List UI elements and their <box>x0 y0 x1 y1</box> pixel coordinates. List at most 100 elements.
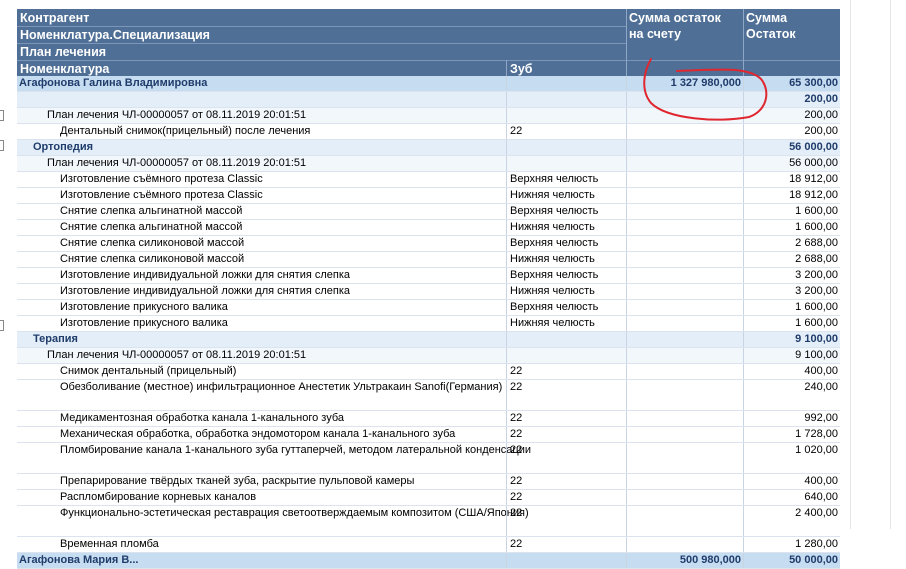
table-row-service[interactable]: Снимок дентальный (прицельный) 22 400,00 <box>17 364 840 380</box>
cell-summa-ostatok: 992,00 <box>743 411 840 426</box>
table-row-service[interactable]: Изготовление съёмного протеза Classic Ниж… <box>17 188 840 204</box>
cell-summa-ostatok: 56 000,00 <box>743 140 840 155</box>
cell-summa-ostatok: 200,00 <box>743 124 840 139</box>
cell-summa-schet <box>626 140 743 155</box>
cell-name: Ортопедия <box>33 141 94 153</box>
cell-summa-schet <box>626 427 743 442</box>
header-summa-ostatok-line1: Сумма <box>746 11 788 25</box>
table-row-service[interactable]: Изготовление индивидуальной ложки для сн… <box>17 284 840 300</box>
group-collapse-marker[interactable] <box>0 110 4 121</box>
report-header: Контрагент Номенклатура.Специализация Пл… <box>17 9 840 76</box>
cell-summa-ostatok: 9 100,00 <box>743 348 840 363</box>
cell-name: Изготовление индивидуальной ложки для сн… <box>60 285 351 297</box>
table-row-specialization[interactable]: Терапия 9 100,00 <box>17 332 840 348</box>
table-row-specialization[interactable]: 200,00 <box>17 92 840 108</box>
cell-summa-ostatok: 3 200,00 <box>743 268 840 283</box>
table-row-service[interactable]: Снятие слепка силиконовой массой Верхняя … <box>17 236 840 252</box>
table-row-service[interactable]: Медикаментозная обработка канала 1-канал… <box>17 411 840 427</box>
cell-name: Механическая обработка, обработка эндомо… <box>60 428 456 440</box>
header-summa-schet: Сумма остаток на счету <box>629 10 721 42</box>
cell-summa-schet <box>626 364 743 379</box>
table-row-service[interactable]: Функционально-эстетическая реставрация с… <box>17 506 840 537</box>
cell-tooth: 22 <box>506 427 626 442</box>
cell-summa-schet <box>626 236 743 251</box>
table-row-client[interactable]: Агафонова Мария В... 500 980,000 50 000,00 <box>17 553 840 569</box>
table-row-service[interactable]: Пломбирование канала 1-канального зуба г… <box>17 443 840 474</box>
table-row-plan[interactable]: План лечения ЧЛ-00000057 от 08.11.2019 2… <box>17 156 840 172</box>
cell-summa-ostatok: 1 600,00 <box>743 220 840 235</box>
table-row-service[interactable]: Временная пломба 22 1 280,00 <box>17 537 840 553</box>
table-row-service[interactable]: Снятие слепка альгинатной массой Нижняя ч… <box>17 220 840 236</box>
cell-name <box>17 92 522 107</box>
report-body: Агафонова Галина Владимировна 1 327 980,0… <box>17 76 840 569</box>
table-row-service[interactable]: Снятие слепка альгинатной массой Верхняя … <box>17 204 840 220</box>
cell-summa-schet <box>626 300 743 315</box>
cell-tooth: 22 <box>506 443 626 473</box>
cell-summa-schet <box>626 268 743 283</box>
table-row-client[interactable]: Агафонова Галина Владимировна 1 327 980,0… <box>17 76 840 92</box>
cell-summa-ostatok: 18 912,00 <box>743 172 840 187</box>
cell-name: Терапия <box>33 333 78 345</box>
cell-name: План лечения ЧЛ-00000057 от 08.11.2019 2… <box>47 349 307 361</box>
cell-name: Изготовление прикусного валика <box>60 301 228 313</box>
table-row-service[interactable]: Обезболивание (местное) инфильтрационное… <box>17 380 840 411</box>
table-row-service[interactable]: Изготовление съёмного протеза Classic Вер… <box>17 172 840 188</box>
cell-summa-ostatok: 240,00 <box>743 380 840 410</box>
cell-name: Снятие слепка силиконовой массой <box>60 237 245 249</box>
cell-summa-schet <box>626 316 743 331</box>
table-row-plan[interactable]: План лечения ЧЛ-00000057 от 08.11.2019 2… <box>17 108 840 124</box>
cell-tooth <box>506 76 626 91</box>
cell-tooth: 22 <box>506 411 626 426</box>
table-row-service[interactable]: Изготовление прикусного валика Верхняя че… <box>17 300 840 316</box>
table-row-service[interactable]: Механическая обработка, обработка эндомо… <box>17 427 840 443</box>
cell-summa-schet: 500 980,000 <box>626 553 743 568</box>
cell-summa-ostatok: 50 000,00 <box>743 553 840 568</box>
cell-summa-schet <box>626 124 743 139</box>
sheet-grid-line <box>850 0 851 529</box>
cell-name: Снимок дентальный (прицельный) <box>60 365 237 377</box>
cell-tooth: Нижняя челюсть <box>506 284 626 299</box>
group-collapse-marker[interactable] <box>0 140 4 151</box>
cell-summa-ostatok: 2 400,00 <box>743 506 840 536</box>
table-row-service[interactable]: Снятие слепка силиконовой массой Нижняя ч… <box>17 252 840 268</box>
cell-summa-ostatok: 1 600,00 <box>743 316 840 331</box>
cell-name: Снятие слепка силиконовой массой <box>60 253 245 265</box>
header-nomenklatura-spec: Номенклатура.Специализация <box>20 28 210 42</box>
header-summa-ostatok: Сумма Остаток <box>746 10 796 42</box>
cell-tooth: 22 <box>506 506 626 536</box>
table-row-service[interactable]: Дентальный снимок(прицельный) после лече… <box>17 124 840 140</box>
cell-summa-schet <box>626 92 743 107</box>
cell-summa-schet <box>626 172 743 187</box>
table-row-service[interactable]: Изготовление индивидуальной ложки для сн… <box>17 268 840 284</box>
cell-summa-schet <box>626 380 743 410</box>
cell-summa-ostatok: 1 280,00 <box>743 537 840 552</box>
table-row-service[interactable]: Препарирование твёрдых тканей зуба, раск… <box>17 474 840 490</box>
cell-summa-schet <box>626 156 743 171</box>
cell-name: Дентальный снимок(прицельный) после лече… <box>60 125 311 137</box>
cell-tooth: 22 <box>506 124 626 139</box>
table-row-plan[interactable]: План лечения ЧЛ-00000057 от 08.11.2019 2… <box>17 348 840 364</box>
table-row-specialization[interactable]: Ортопедия 56 000,00 <box>17 140 840 156</box>
cell-name: Снятие слепка альгинатной массой <box>60 205 243 217</box>
header-separator <box>17 60 840 61</box>
cell-name: Агафонова Мария В... <box>19 554 139 566</box>
cell-summa-ostatok: 640,00 <box>743 490 840 505</box>
cell-summa-ostatok: 200,00 <box>743 92 840 107</box>
cell-summa-ostatok: 1 600,00 <box>743 300 840 315</box>
cell-tooth <box>506 348 626 363</box>
cell-tooth: Верхняя челюсть <box>506 236 626 251</box>
table-row-service[interactable]: Изготовление прикусного валика Нижняя чел… <box>17 316 840 332</box>
cell-tooth: Верхняя челюсть <box>506 268 626 283</box>
table-row-service[interactable]: Распломбирование корневых каналов 22 640,0… <box>17 490 840 506</box>
cell-name: Изготовление съёмного протеза Classic <box>60 173 263 185</box>
group-collapse-marker[interactable] <box>0 320 4 331</box>
cell-tooth: 22 <box>506 490 626 505</box>
cell-summa-schet <box>626 220 743 235</box>
cell-name: Распломбирование корневых каналов <box>60 491 257 503</box>
cell-summa-schet <box>626 188 743 203</box>
cell-summa-schet <box>626 490 743 505</box>
cell-tooth <box>506 108 626 123</box>
cell-summa-ostatok: 2 688,00 <box>743 236 840 251</box>
cell-summa-schet <box>626 252 743 267</box>
report-table: Контрагент Номенклатура.Специализация Пл… <box>17 9 840 569</box>
